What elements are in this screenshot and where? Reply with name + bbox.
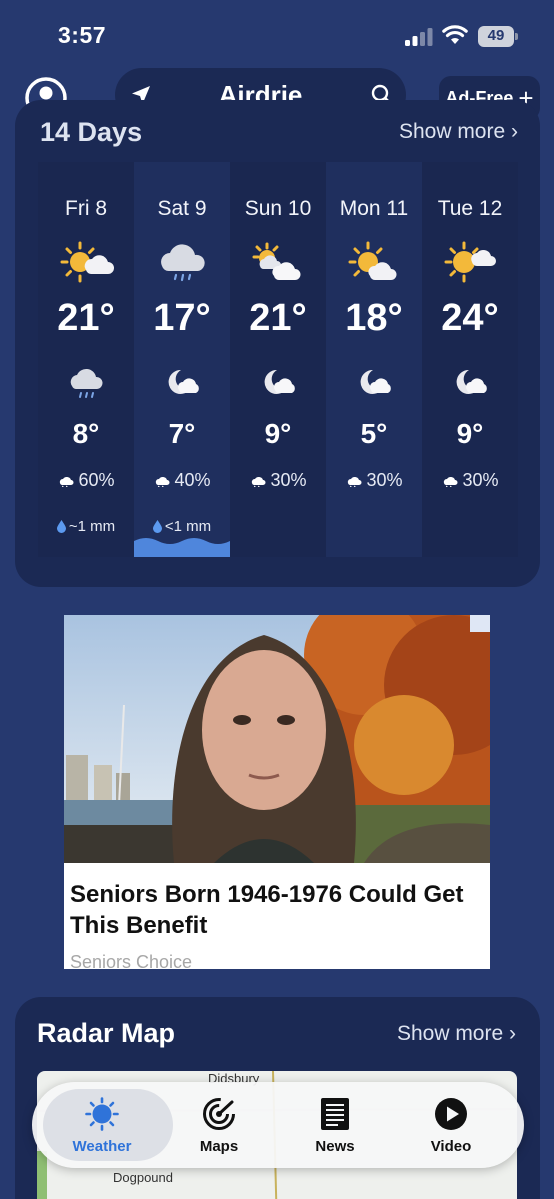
status-time: 3:57 <box>58 22 107 48</box>
tab-label: Video <box>430 1138 472 1155</box>
day-name: Sun 10 <box>244 197 312 220</box>
ad-choices-icon[interactable] <box>470 615 490 632</box>
drop-icon <box>56 520 66 533</box>
tab-video[interactable]: Video <box>392 1082 510 1168</box>
precip-chance: 30% <box>422 470 518 491</box>
day-name: Mon 11 <box>339 197 409 220</box>
day-high: 18° <box>345 297 403 339</box>
tab-label: Weather <box>72 1138 132 1155</box>
cloud-rain-icon <box>70 368 103 398</box>
advertisement[interactable]: Seniors Born 1946-1976 Could Get This Be… <box>64 615 490 969</box>
map-label: Dogpound <box>113 1170 173 1185</box>
day-low: 8° <box>72 418 100 449</box>
drop-icon <box>152 520 162 533</box>
sun-cloud-icon <box>348 241 397 281</box>
forecast-title: 14 Days <box>40 117 143 147</box>
forecast-day[interactable]: Tue 12 24° 9° 30% <box>422 162 518 557</box>
play-icon <box>435 1098 467 1130</box>
cellular-signal-icon <box>405 28 433 46</box>
moon-cloud-icon <box>264 369 295 394</box>
day-name: Tue 12 <box>437 197 503 220</box>
day-low: 9° <box>456 418 484 449</box>
day-low: 5° <box>360 418 388 449</box>
forecast-day[interactable]: Mon 11 18° 5° 30% <box>326 162 422 557</box>
ad-headline[interactable]: Seniors Born 1946-1976 Could Get This Be… <box>70 879 488 941</box>
ad-image[interactable] <box>64 615 490 863</box>
day-low: 7° <box>168 418 196 449</box>
radar-icon <box>203 1098 235 1130</box>
sun-clouds-icon <box>252 242 301 281</box>
wifi-icon <box>442 25 468 44</box>
forecast-days: Fri 8 21° 8° 60% ~1 mm Sat 9 17° 7° 40% … <box>38 162 518 557</box>
day-high: 21° <box>57 297 115 339</box>
forecast-show-more[interactable]: Show more › <box>399 120 518 144</box>
forecast-card: 14 Days Show more › Fri 8 21° 8° 60% ~1 … <box>15 100 540 587</box>
rain-cloud-small-icon <box>348 476 362 487</box>
rain-cloud-small-icon <box>60 476 74 487</box>
precip-chance: 60% <box>38 470 134 491</box>
day-name: Sat 9 <box>157 197 207 220</box>
precip-chance: 30% <box>230 470 326 491</box>
day-high: 17° <box>153 297 211 339</box>
tab-bar: Weather Maps News Video <box>32 1082 524 1168</box>
newspaper-icon <box>321 1098 349 1130</box>
tab-maps[interactable]: Maps <box>160 1082 278 1168</box>
radar-show-more[interactable]: Show more › <box>397 1022 516 1046</box>
precip-chance: 40% <box>134 470 230 491</box>
tab-news[interactable]: News <box>276 1082 394 1168</box>
rain-cloud-small-icon <box>444 476 458 487</box>
battery-level: 49 <box>487 27 505 44</box>
day-low: 9° <box>264 418 292 449</box>
day-name: Fri 8 <box>65 197 107 220</box>
radar-title: Radar Map <box>37 1018 176 1048</box>
forecast-day[interactable]: Sat 9 17° 7° 40% <1 mm <box>134 162 230 557</box>
tab-label: News <box>315 1138 355 1155</box>
tab-weather[interactable]: Weather <box>38 1082 173 1168</box>
ad-sponsor[interactable]: Seniors Choice <box>70 952 192 969</box>
day-high: 24° <box>441 297 499 339</box>
moon-cloud-icon <box>456 369 487 394</box>
day-high: 21° <box>249 297 307 339</box>
sun-cloud-icon <box>60 241 114 283</box>
moon-cloud-icon <box>360 369 391 394</box>
sun-cloud-icon <box>444 241 496 283</box>
battery-icon: 49 <box>478 26 518 47</box>
forecast-day[interactable]: Sun 10 21° 9° 30% <box>230 162 326 557</box>
cloud-rain-icon <box>161 244 205 282</box>
forecast-day[interactable]: Fri 8 21° 8° 60% ~1 mm <box>38 162 134 557</box>
sun-icon <box>85 1097 119 1131</box>
rain-amount: <1 mm <box>134 518 230 535</box>
rain-amount: ~1 mm <box>38 518 134 535</box>
rain-cloud-small-icon <box>252 476 266 487</box>
precip-chance: 30% <box>326 470 422 491</box>
moon-cloud-icon <box>168 369 199 394</box>
rain-cloud-small-icon <box>156 476 170 487</box>
tab-label: Maps <box>199 1138 239 1155</box>
status-bar: 3:57 49 <box>0 0 554 66</box>
